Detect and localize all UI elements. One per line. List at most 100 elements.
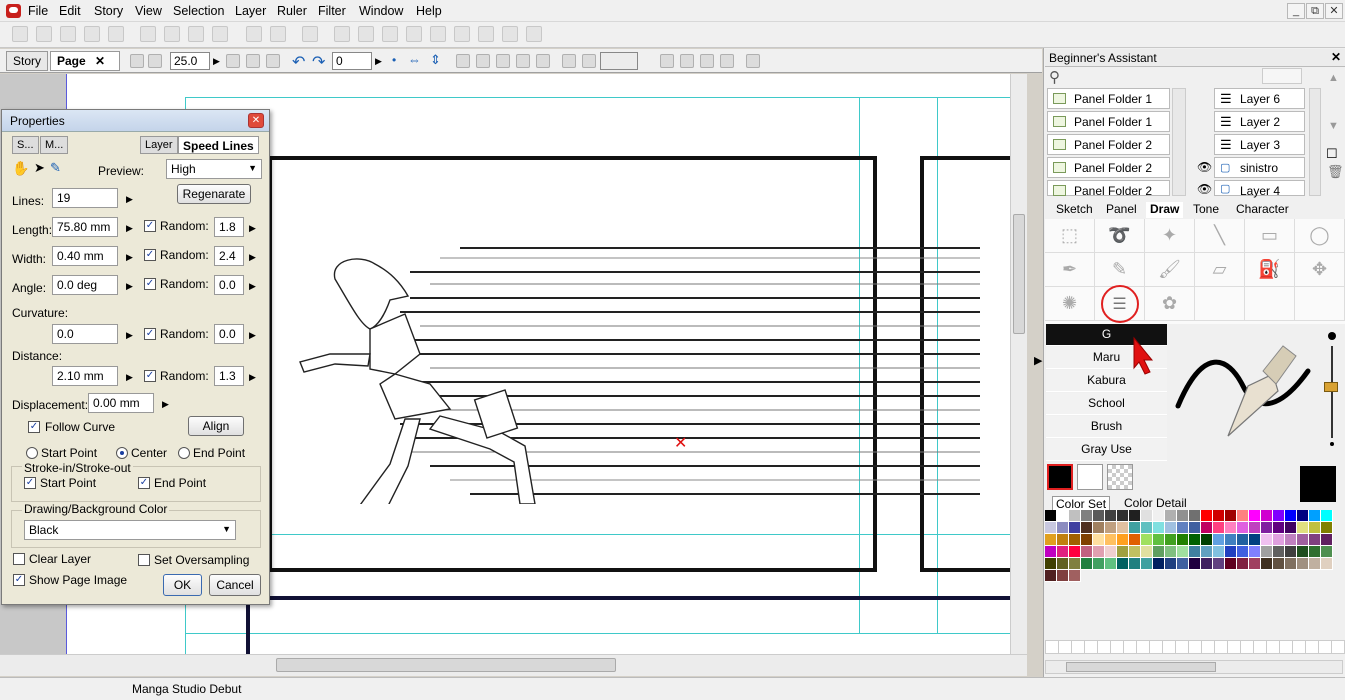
color-swatch[interactable] xyxy=(1237,510,1249,522)
background-color-swatch[interactable] xyxy=(1077,464,1103,490)
layer-tool-icon-5[interactable] xyxy=(430,26,446,42)
app-icon[interactable] xyxy=(6,4,21,18)
snap-icon-2[interactable] xyxy=(680,54,694,68)
clear-layer-checkbox[interactable] xyxy=(13,553,25,565)
menu-filter[interactable]: Filter xyxy=(318,4,346,18)
stroke-start-checkbox[interactable]: ✓ xyxy=(24,477,36,489)
length-arrow-icon[interactable]: ▶ xyxy=(126,223,133,234)
new-story-icon[interactable] xyxy=(36,26,52,42)
cancel-button[interactable]: Cancel xyxy=(209,574,261,596)
fill-tool-icon[interactable]: ⛽ xyxy=(1245,253,1295,287)
center-marker-icon[interactable]: ✕ xyxy=(674,433,687,452)
length-random-checkbox[interactable]: ✓ xyxy=(144,220,156,232)
color-swatch[interactable] xyxy=(1057,546,1069,558)
color-swatch[interactable] xyxy=(1273,534,1285,546)
dot-icon[interactable]: • xyxy=(392,53,396,67)
color-swatch[interactable] xyxy=(1081,522,1093,534)
color-swatch[interactable] xyxy=(1237,546,1249,558)
color-swatch[interactable] xyxy=(1153,546,1165,558)
layer-item[interactable]: ☰ Layer 3 xyxy=(1214,134,1305,155)
color-swatch[interactable] xyxy=(1309,522,1321,534)
size-slider-thumb[interactable] xyxy=(1324,382,1338,392)
tab-page[interactable]: Page ✕ xyxy=(50,51,120,71)
fit-page-icon[interactable] xyxy=(226,54,240,68)
start-point-radio[interactable] xyxy=(26,447,38,459)
pointer-icon[interactable]: ➤ xyxy=(34,160,45,176)
trash-icon[interactable]: 🗑 xyxy=(1327,164,1344,180)
color-swatch[interactable] xyxy=(1141,522,1153,534)
color-swatch[interactable] xyxy=(1297,534,1309,546)
color-swatch[interactable] xyxy=(1057,570,1069,582)
focus-lines-icon[interactable]: ✺ xyxy=(1045,287,1095,321)
color-swatch[interactable] xyxy=(1273,522,1285,534)
color-swatch[interactable] xyxy=(1165,534,1177,546)
vertical-scrollbar[interactable] xyxy=(1010,74,1027,654)
length-random-input[interactable]: 1.8 xyxy=(214,217,244,237)
rotate-arrow-icon[interactable]: ▶ xyxy=(375,56,382,67)
brush-item[interactable]: Brush xyxy=(1046,416,1167,438)
tab-speed-lines[interactable]: Speed Lines xyxy=(178,136,259,154)
menu-file[interactable]: File xyxy=(28,4,48,18)
lasso-icon[interactable]: ➰ xyxy=(1095,219,1145,253)
color-swatch[interactable] xyxy=(1165,522,1177,534)
fit-width-icon[interactable] xyxy=(246,54,260,68)
tab-tone[interactable]: Tone xyxy=(1189,202,1223,218)
color-swatch[interactable] xyxy=(1069,558,1081,570)
color-swatch[interactable] xyxy=(1045,570,1057,582)
layer-item[interactable]: ☰ Layer 2 xyxy=(1214,111,1305,132)
menu-help[interactable]: Help xyxy=(416,4,442,18)
ruler-icon-2[interactable] xyxy=(476,54,490,68)
line-tool-icon[interactable]: ╲ xyxy=(1195,219,1245,253)
color-swatch[interactable] xyxy=(1105,534,1117,546)
color-swatch[interactable] xyxy=(1273,546,1285,558)
tab-sketch[interactable]: Sketch xyxy=(1052,202,1097,218)
properties-close-icon[interactable]: ✕ xyxy=(248,113,264,128)
color-swatch[interactable] xyxy=(1201,510,1213,522)
ok-button[interactable]: OK xyxy=(163,574,202,596)
color-swatch[interactable] xyxy=(1081,510,1093,522)
curvature-arrow-icon[interactable]: ▶ xyxy=(126,330,133,341)
color-swatch[interactable] xyxy=(1153,522,1165,534)
color-swatch[interactable] xyxy=(1141,510,1153,522)
page-tool-icon[interactable] xyxy=(130,54,144,68)
brush-item[interactable]: Gray Use xyxy=(1046,439,1167,461)
minimize-button[interactable]: _ xyxy=(1287,3,1305,19)
drawing-color-swatch[interactable] xyxy=(1047,464,1073,490)
color-swatch[interactable] xyxy=(1189,558,1201,570)
color-swatch[interactable] xyxy=(1177,558,1189,570)
end-point-radio[interactable] xyxy=(178,447,190,459)
rect-marquee-icon[interactable]: ⬚ xyxy=(1045,219,1095,253)
tab-character[interactable]: Character xyxy=(1232,202,1293,218)
eraser-tool-icon[interactable]: ▱ xyxy=(1195,253,1245,287)
color-select[interactable]: Black ▼ xyxy=(24,520,236,540)
color-swatch[interactable] xyxy=(1081,558,1093,570)
color-swatch[interactable] xyxy=(1189,534,1201,546)
distance-random-arrow-icon[interactable]: ▶ xyxy=(249,372,256,383)
color-swatch[interactable] xyxy=(1321,510,1333,522)
rotate-left-icon[interactable]: ↶ xyxy=(292,52,305,72)
align-button[interactable]: Align xyxy=(188,416,244,436)
color-swatch[interactable] xyxy=(1129,534,1141,546)
menu-window[interactable]: Window xyxy=(359,4,403,18)
layer-list-scrollbar[interactable] xyxy=(1309,88,1321,196)
delete-icon[interactable] xyxy=(212,26,228,42)
color-swatch[interactable] xyxy=(1321,546,1333,558)
color-palette[interactable] xyxy=(1045,510,1345,582)
color-swatch[interactable] xyxy=(1117,534,1129,546)
color-swatch[interactable] xyxy=(1309,546,1321,558)
custom-color-row[interactable] xyxy=(1045,640,1345,654)
snap-icon[interactable] xyxy=(660,54,674,68)
zoom-arrow-icon[interactable]: ▶ xyxy=(213,56,220,67)
menu-ruler[interactable]: Ruler xyxy=(277,4,307,18)
layer-tool-icon-2[interactable] xyxy=(358,26,374,42)
page-tool-icon-2[interactable] xyxy=(148,54,162,68)
angle-arrow-icon[interactable]: ▶ xyxy=(126,281,133,292)
tab-story[interactable]: Story xyxy=(6,51,49,71)
tab-color-set[interactable]: Color Set xyxy=(1052,496,1111,511)
color-swatch[interactable] xyxy=(1261,522,1273,534)
speed-lines-drawing[interactable]: ✕ xyxy=(290,234,990,504)
color-swatch[interactable] xyxy=(1201,546,1213,558)
panel-folder-item[interactable]: Panel Folder 2 xyxy=(1047,180,1170,198)
color-swatch[interactable] xyxy=(1117,558,1129,570)
color-swatch[interactable] xyxy=(1285,510,1297,522)
